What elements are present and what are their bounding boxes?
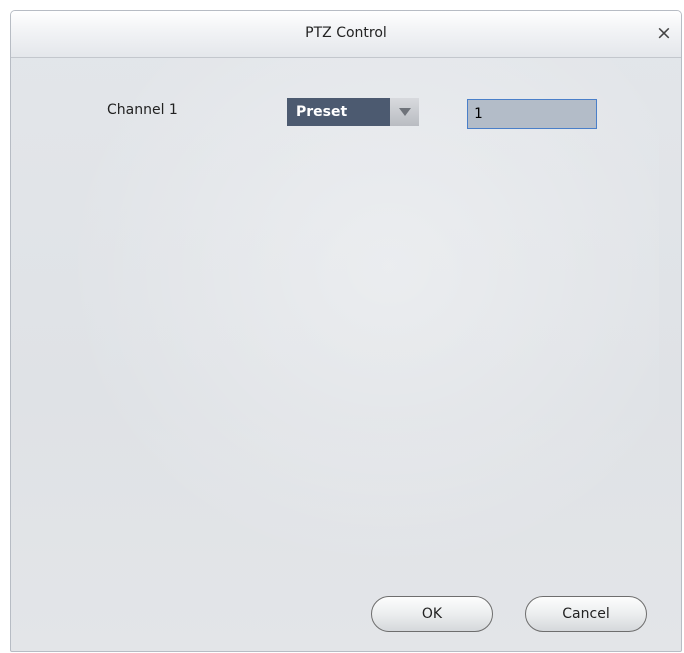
close-icon[interactable]: × <box>653 22 675 44</box>
dialog-title: PTZ Control <box>305 25 387 41</box>
ok-button[interactable]: OK <box>371 596 493 632</box>
cancel-button[interactable]: Cancel <box>525 596 647 632</box>
ptz-control-dialog: PTZ Control × Channel 1 Preset OK Cancel <box>10 10 682 652</box>
channel-label: Channel 1 <box>107 102 178 118</box>
content-panel <box>59 58 659 578</box>
chevron-down-icon[interactable] <box>390 98 419 126</box>
dialog-content: Channel 1 Preset OK Cancel <box>11 58 681 651</box>
preset-number-input[interactable] <box>467 99 597 129</box>
ptz-action-selected-value: Preset <box>287 98 390 126</box>
dialog-titlebar: PTZ Control × <box>11 11 681 58</box>
ptz-action-select[interactable]: Preset <box>287 98 419 126</box>
